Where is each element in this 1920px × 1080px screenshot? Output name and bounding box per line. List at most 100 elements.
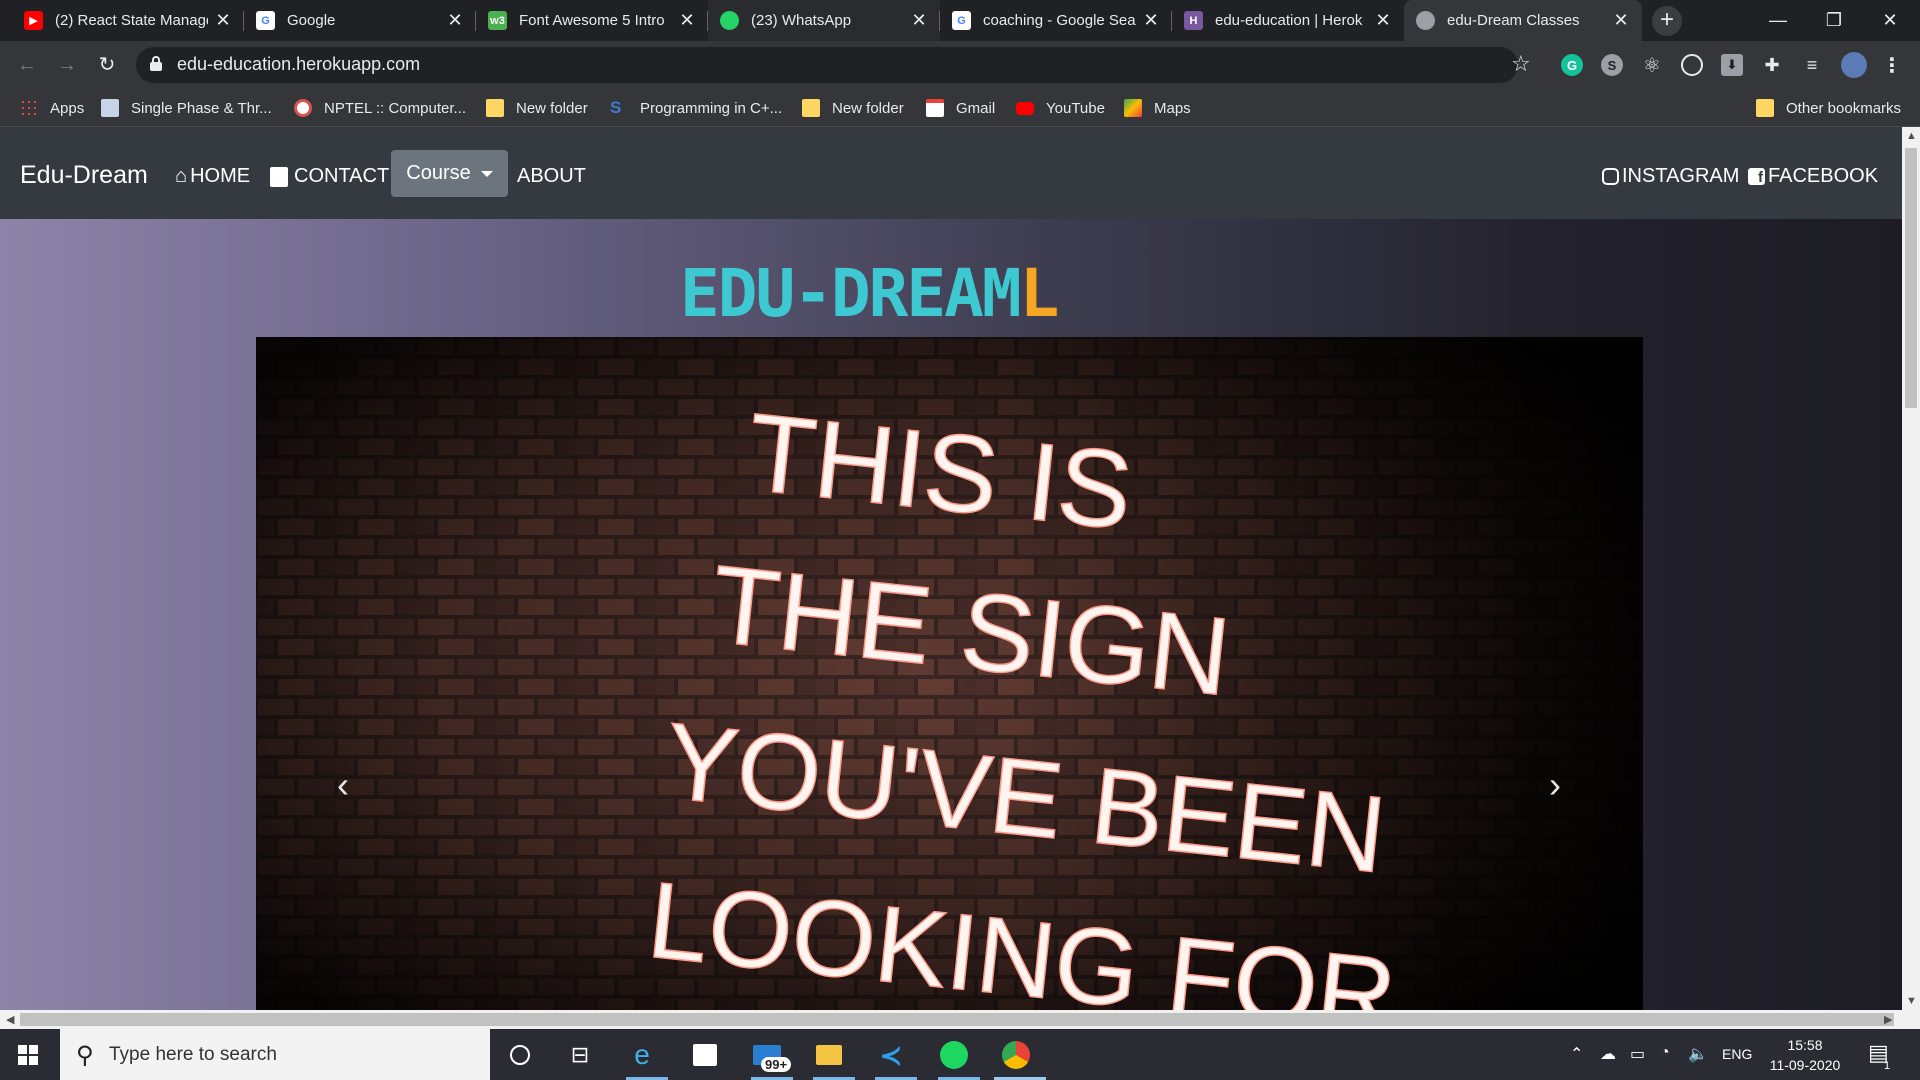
reload-button[interactable]: ↻ bbox=[94, 52, 120, 78]
tab-react-state[interactable]: ▶ (2) React State Manage ✕ bbox=[12, 0, 244, 41]
bookmark-label: New folder bbox=[832, 99, 904, 117]
file-explorer-icon[interactable] bbox=[813, 1039, 845, 1071]
bookmark-new-folder-1[interactable]: New folder bbox=[486, 89, 588, 127]
taskbar-search-placeholder[interactable]: Type here to search bbox=[109, 1044, 277, 1066]
clock-time: 15:58 bbox=[1787, 1037, 1823, 1053]
bookmark-single-phase[interactable]: Single Phase & Thr... bbox=[101, 89, 272, 127]
close-icon[interactable]: ✕ bbox=[1374, 10, 1392, 31]
minimize-button[interactable]: — bbox=[1750, 0, 1806, 41]
bookmark-nptel[interactable]: NPTEL :: Computer... bbox=[294, 89, 466, 127]
horizontal-scroll-thumb[interactable] bbox=[20, 1013, 1894, 1026]
heroku-icon: H bbox=[1184, 11, 1203, 30]
course-dropdown-button[interactable]: Course bbox=[391, 150, 508, 197]
tray-chevron-up-icon[interactable]: ⌃ bbox=[1570, 1044, 1583, 1064]
bookmark-star-icon[interactable]: ☆ bbox=[1511, 51, 1531, 77]
battery-icon[interactable]: ▭ bbox=[1630, 1044, 1645, 1064]
scroll-up-arrow-icon[interactable]: ▲ bbox=[1906, 130, 1917, 142]
edge-icon[interactable]: e bbox=[626, 1039, 658, 1071]
vscode-icon[interactable]: ≺ bbox=[875, 1039, 907, 1071]
home-icon: ⌂ bbox=[175, 165, 188, 187]
download-extension-icon[interactable]: ⬇ bbox=[1721, 54, 1743, 76]
kebab-menu-icon[interactable]: ⋮ bbox=[1881, 54, 1903, 77]
bookmark-label: Other bookmarks bbox=[1786, 99, 1902, 117]
bookmark-label: Apps bbox=[50, 99, 85, 117]
chrome-icon[interactable] bbox=[1000, 1039, 1032, 1071]
wifi-icon[interactable]: ◔ bbox=[1660, 1044, 1670, 1062]
tab-heroku[interactable]: H edu-education | Herok ✕ bbox=[1172, 0, 1404, 41]
w3schools-icon: w3 bbox=[488, 11, 507, 30]
tab-whatsapp[interactable]: (23) WhatsApp ✕ bbox=[708, 0, 940, 41]
react-devtools-icon[interactable]: ⚛ bbox=[1641, 54, 1663, 77]
bookmark-apps[interactable]: Apps bbox=[20, 89, 84, 127]
tab-coaching-search[interactable]: G coaching - Google Sea ✕ bbox=[940, 0, 1172, 41]
vertical-scroll-thumb[interactable] bbox=[1905, 148, 1917, 408]
grammarly-icon[interactable]: G bbox=[1561, 54, 1583, 76]
tab-edu-dream-active[interactable]: edu-Dream Classes ✕ bbox=[1404, 0, 1642, 41]
nptel-icon bbox=[294, 99, 312, 117]
tab-title: edu-Dream Classes bbox=[1447, 12, 1580, 29]
bookmark-gmail[interactable]: Gmail bbox=[926, 89, 995, 127]
tab-title: (2) React State Manage bbox=[55, 12, 208, 29]
s-logo-icon: S bbox=[610, 98, 622, 117]
close-icon[interactable]: ✕ bbox=[910, 10, 928, 31]
restore-button[interactable]: ❐ bbox=[1806, 0, 1862, 41]
bookmark-label: Gmail bbox=[956, 99, 996, 117]
spotify-icon[interactable] bbox=[938, 1039, 970, 1071]
media-queue-icon[interactable]: ≡ bbox=[1801, 54, 1823, 76]
windows-start-icon[interactable] bbox=[18, 1045, 38, 1065]
language-indicator[interactable]: ENG bbox=[1722, 1046, 1752, 1062]
nav-about[interactable]: ABOUT bbox=[517, 165, 586, 188]
close-icon[interactable]: ✕ bbox=[214, 10, 232, 31]
tab-title: edu-education | Herok bbox=[1215, 12, 1363, 29]
nav-instagram-label: INSTAGRAM bbox=[1622, 165, 1740, 187]
close-icon[interactable]: ✕ bbox=[1142, 10, 1160, 31]
bookmark-label: YouTube bbox=[1046, 99, 1105, 117]
scroll-left-arrow-icon[interactable]: ◀ bbox=[6, 1013, 14, 1026]
nav-instagram[interactable]: INSTAGRAM bbox=[1602, 165, 1739, 188]
tab-google[interactable]: G Google ✕ bbox=[244, 0, 476, 41]
mail-badge: 99+ bbox=[761, 1057, 792, 1072]
cortana-icon[interactable] bbox=[504, 1039, 536, 1071]
bookmark-new-folder-2[interactable]: New folder bbox=[802, 89, 904, 127]
page-icon bbox=[101, 99, 119, 117]
close-icon[interactable]: ✕ bbox=[1612, 10, 1630, 31]
tab-strip: ▶ (2) React State Manage ✕ G Google ✕ w3… bbox=[0, 0, 1920, 41]
avatar[interactable] bbox=[1841, 52, 1867, 78]
scroll-down-arrow-icon[interactable]: ▼ bbox=[1906, 995, 1917, 1007]
nav-contact[interactable]: CONTACT bbox=[270, 165, 389, 188]
new-tab-button[interactable]: + bbox=[1652, 6, 1682, 36]
site-navbar: Edu-Dream ⌂ HOME CONTACT Course ABOUT IN… bbox=[0, 127, 1902, 219]
volume-icon[interactable]: 🔈 bbox=[1688, 1044, 1708, 1064]
carousel-prev-button[interactable]: ‹ bbox=[328, 765, 358, 805]
bookmark-programming-cpp[interactable]: S Programming in C+... bbox=[610, 89, 782, 127]
task-view-icon[interactable]: ⊟ bbox=[564, 1039, 596, 1071]
nav-home[interactable]: ⌂ HOME bbox=[175, 165, 250, 188]
close-icon[interactable]: ✕ bbox=[446, 10, 464, 31]
bookmark-other[interactable]: Other bookmarks bbox=[1756, 89, 1901, 127]
close-icon[interactable]: ✕ bbox=[678, 10, 696, 31]
nav-about-label: ABOUT bbox=[517, 165, 586, 187]
close-window-button[interactable]: ✕ bbox=[1862, 0, 1918, 41]
scroll-right-arrow-icon[interactable]: ▶ bbox=[1884, 1013, 1892, 1026]
lock-icon bbox=[150, 56, 162, 71]
system-clock[interactable]: 15:58 11-09-2020 bbox=[1762, 1035, 1848, 1075]
edu-dream-logo: EDU-DREAML bbox=[680, 260, 1104, 328]
site-brand[interactable]: Edu-Dream bbox=[20, 161, 148, 190]
target-extension-icon[interactable] bbox=[1681, 54, 1703, 76]
bookmark-youtube[interactable]: YouTube bbox=[1016, 89, 1105, 127]
extensions-puzzle-icon[interactable]: ✚ bbox=[1761, 54, 1783, 76]
bookmark-maps[interactable]: Maps bbox=[1124, 89, 1191, 127]
back-button[interactable]: ← bbox=[14, 52, 40, 78]
skype-icon[interactable]: S bbox=[1601, 54, 1623, 76]
onedrive-icon[interactable]: ☁ bbox=[1600, 1044, 1616, 1064]
forward-button[interactable]: → bbox=[54, 52, 80, 78]
tab-title: Google bbox=[287, 12, 336, 29]
url-text[interactable]: edu-education.herokuapp.com bbox=[177, 54, 420, 75]
tab-font-awesome[interactable]: w3 Font Awesome 5 Intro ✕ bbox=[476, 0, 708, 41]
store-icon[interactable] bbox=[689, 1039, 721, 1071]
notification-count: 1 bbox=[1884, 1060, 1891, 1072]
logo-main-text: EDU-DREAM bbox=[680, 255, 1022, 332]
carousel-next-button[interactable]: › bbox=[1540, 765, 1570, 805]
bookmark-label: New folder bbox=[516, 99, 588, 117]
nav-facebook[interactable]: f FACEBOOK bbox=[1748, 165, 1878, 188]
